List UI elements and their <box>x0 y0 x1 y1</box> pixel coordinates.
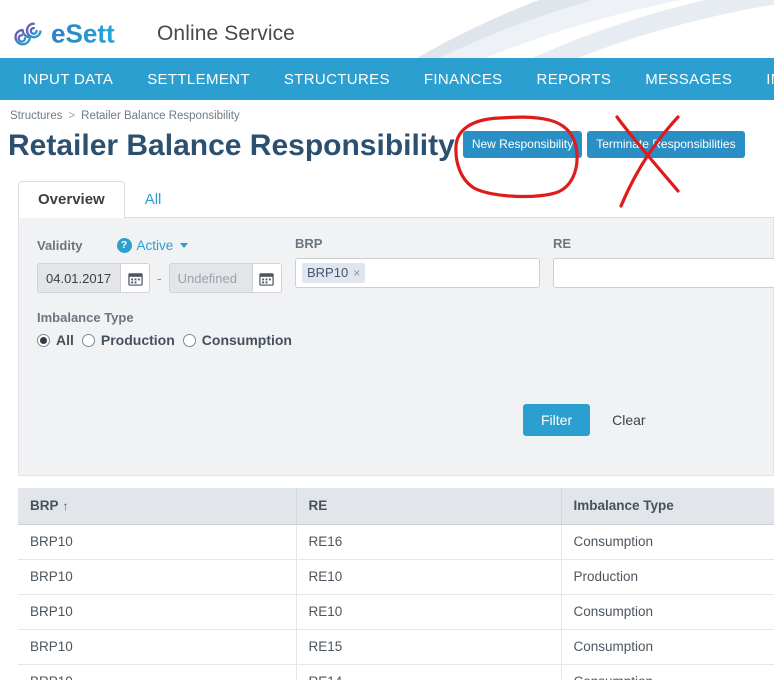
cell-brp[interactable]: BRP10 <box>18 524 297 560</box>
radio-indicator-production[interactable] <box>81 333 95 347</box>
cell-re[interactable]: RE10 <box>296 559 562 595</box>
remove-tag-icon[interactable]: × <box>353 266 360 280</box>
brp-multiselect[interactable]: BRP10 × <box>295 258 540 288</box>
column-header-re-label: RE <box>308 498 328 513</box>
date-range-separator: - <box>157 270 162 286</box>
new-responsibility-button[interactable]: New Responsibility <box>462 131 583 158</box>
cell-re[interactable]: RE15 <box>296 629 562 665</box>
breadcrumb-root[interactable]: Structures <box>10 110 62 122</box>
radio-label-all: All <box>56 332 74 348</box>
tab-overview[interactable]: Overview <box>18 181 125 218</box>
results-table-container: BRP ↑ RE Imbalance Type BRP10 RE16 Consum… <box>18 488 774 680</box>
app-page: eSett Online Service INPUT DATA SETTLEME… <box>0 0 774 680</box>
column-header-re[interactable]: RE <box>296 488 562 525</box>
validity-field: Validity ? Active - <box>37 236 295 293</box>
radio-indicator-consumption[interactable] <box>182 333 196 347</box>
cell-brp[interactable]: BRP10 <box>18 629 297 665</box>
clear-button[interactable]: Clear <box>598 404 660 436</box>
cell-imbalance-type: Consumption <box>561 664 774 680</box>
radio-label-consumption: Consumption <box>201 332 292 348</box>
table-row[interactable]: BRP10 RE16 Consumption <box>18 524 774 560</box>
nav-item-input-data[interactable]: INPUT DATA <box>0 58 130 100</box>
table-head: BRP ↑ RE Imbalance Type <box>18 488 774 525</box>
nav-item-finances[interactable]: FINANCES <box>407 58 520 100</box>
validity-to-input[interactable] <box>168 263 252 293</box>
column-header-brp[interactable]: BRP ↑ <box>18 488 297 525</box>
brand-header: eSett Online Service <box>0 0 774 58</box>
nav-item-messages[interactable]: MESSAGES <box>628 58 749 100</box>
calendar-icon-to[interactable] <box>251 263 282 293</box>
radio-label-production: Production <box>100 332 175 348</box>
nav-item-settlement[interactable]: SETTLEMENT <box>130 58 267 100</box>
page-actions: New Responsibility Terminate Responsibil… <box>462 131 745 158</box>
nav-item-reports[interactable]: REPORTS <box>520 58 629 100</box>
breadcrumb: Structures > Retailer Balance Responsibili… <box>0 100 774 122</box>
table-row[interactable]: BRP10 RE14 Consumption <box>18 664 774 680</box>
calendar-icon-from[interactable] <box>120 263 150 293</box>
imbalance-type-field: Imbalance Type All Production Consumptio… <box>37 310 773 348</box>
cell-brp[interactable]: BRP10 <box>18 664 297 680</box>
validity-label: Validity <box>37 237 83 253</box>
column-header-imbalance-type-label: Imbalance Type <box>573 498 674 513</box>
validity-status-dropdown[interactable]: ? Active <box>116 237 189 253</box>
validity-to-group <box>168 263 282 293</box>
page-title-row: Retailer Balance Responsibility New Resp… <box>0 122 774 162</box>
esett-wordmark: eSett <box>51 18 115 48</box>
re-label: RE <box>553 236 572 251</box>
brand-subtitle: Online Service <box>157 21 295 45</box>
validity-from-input[interactable] <box>37 263 120 293</box>
column-header-imbalance-type[interactable]: Imbalance Type <box>561 488 774 525</box>
radio-option-production[interactable]: Production <box>81 332 175 348</box>
results-table: BRP ↑ RE Imbalance Type BRP10 RE16 Consum… <box>18 488 774 680</box>
imbalance-type-radio-group: All Production Consumption <box>37 332 773 348</box>
cell-re[interactable]: RE10 <box>296 594 562 630</box>
brp-field: BRP BRP10 × <box>295 236 553 288</box>
brp-tag[interactable]: BRP10 × <box>302 263 366 283</box>
esett-logo-icon[interactable] <box>10 15 48 53</box>
cell-imbalance-type: Consumption <box>561 629 774 665</box>
filter-row-1: Validity ? Active - <box>37 236 774 293</box>
cell-imbalance-type: Consumption <box>561 524 774 560</box>
table-row[interactable]: BRP10 RE15 Consumption <box>18 629 774 665</box>
chevron-down-icon <box>180 242 189 248</box>
radio-option-all[interactable]: All <box>37 332 74 348</box>
main-navigation: INPUT DATA SETTLEMENT STRUCTURES FINANCE… <box>0 58 774 100</box>
validity-status-label: Active <box>136 237 174 253</box>
tab-all[interactable]: All <box>125 181 182 218</box>
nav-item-information[interactable]: INFOR <box>749 58 774 100</box>
cell-re[interactable]: RE14 <box>296 664 562 680</box>
breadcrumb-separator-icon: > <box>68 110 76 122</box>
nav-item-structures[interactable]: STRUCTURES <box>267 58 407 100</box>
filter-panel: Validity ? Active - <box>18 218 774 476</box>
table-row[interactable]: BRP10 RE10 Consumption <box>18 594 774 630</box>
brp-label: BRP <box>295 236 323 251</box>
question-mark-icon[interactable]: ? <box>116 237 132 253</box>
validity-date-range: - <box>37 263 295 293</box>
column-header-brp-label: BRP <box>30 498 59 513</box>
tab-bar: Overview All <box>18 180 774 218</box>
terminate-responsibilities-button[interactable]: Terminate Responsibilities <box>587 131 745 158</box>
filter-button[interactable]: Filter <box>523 404 591 436</box>
cell-imbalance-type: Production <box>561 559 774 595</box>
sort-ascending-icon: ↑ <box>62 499 69 513</box>
brp-tag-label: BRP10 <box>307 265 349 280</box>
radio-indicator-all[interactable] <box>37 333 50 347</box>
re-field: RE <box>553 236 774 288</box>
filter-actions: Filter Clear <box>523 404 660 436</box>
svg-text:eSett: eSett <box>51 18 115 48</box>
table-header-row: BRP ↑ RE Imbalance Type <box>18 488 774 525</box>
cell-brp[interactable]: BRP10 <box>18 559 297 595</box>
cell-brp[interactable]: BRP10 <box>18 594 297 630</box>
table-row[interactable]: BRP10 RE10 Production <box>18 559 774 595</box>
validity-from-group <box>37 263 150 293</box>
breadcrumb-current: Retailer Balance Responsibility <box>81 110 240 122</box>
re-multiselect[interactable] <box>553 258 774 288</box>
cell-re[interactable]: RE16 <box>296 524 562 560</box>
radio-option-consumption[interactable]: Consumption <box>182 332 292 348</box>
imbalance-type-label: Imbalance Type <box>37 310 134 325</box>
table-body: BRP10 RE16 Consumption BRP10 RE10 Produc… <box>18 524 774 680</box>
cell-imbalance-type: Consumption <box>561 594 774 630</box>
page-title: Retailer Balance Responsibility <box>8 129 455 162</box>
